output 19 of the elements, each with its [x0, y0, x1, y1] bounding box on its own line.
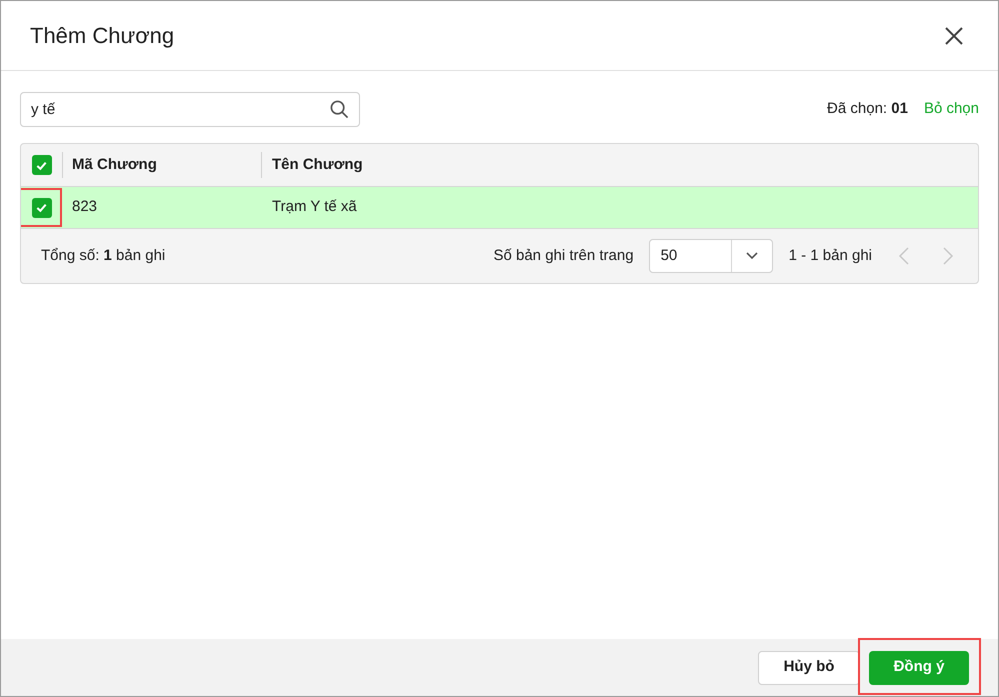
row-checkbox[interactable]: [32, 198, 52, 218]
column-header: Mã Chương: [71, 154, 158, 175]
record-range: 1 - 1 bản ghi: [788, 246, 872, 266]
checkmark-icon: [35, 201, 48, 214]
search-field[interactable]: y tế: [20, 92, 360, 127]
page-size-select[interactable]: 50: [648, 239, 773, 273]
close-icon[interactable]: [943, 24, 965, 46]
table-cell-text: 823: [71, 197, 98, 218]
selected-count: Đã chọn: 01: [827, 99, 908, 120]
search-icon: [330, 100, 349, 119]
cancel-button[interactable]: Hủy bỏ: [758, 650, 860, 684]
dialog-title: Thêm Chương: [30, 22, 174, 50]
select-all-checkbox[interactable]: [32, 155, 52, 175]
table-cell-text: Trạm Y tế xã: [271, 197, 357, 218]
column-header: Tên Chương: [271, 154, 363, 175]
page-size-label: Số bản ghi trên trang: [493, 246, 634, 266]
table-row[interactable]: 823 Trạm Y tế xã: [21, 187, 978, 228]
total-records: Tổng số: 1 bản ghi: [41, 246, 166, 266]
chevron-down-icon: [746, 252, 758, 260]
